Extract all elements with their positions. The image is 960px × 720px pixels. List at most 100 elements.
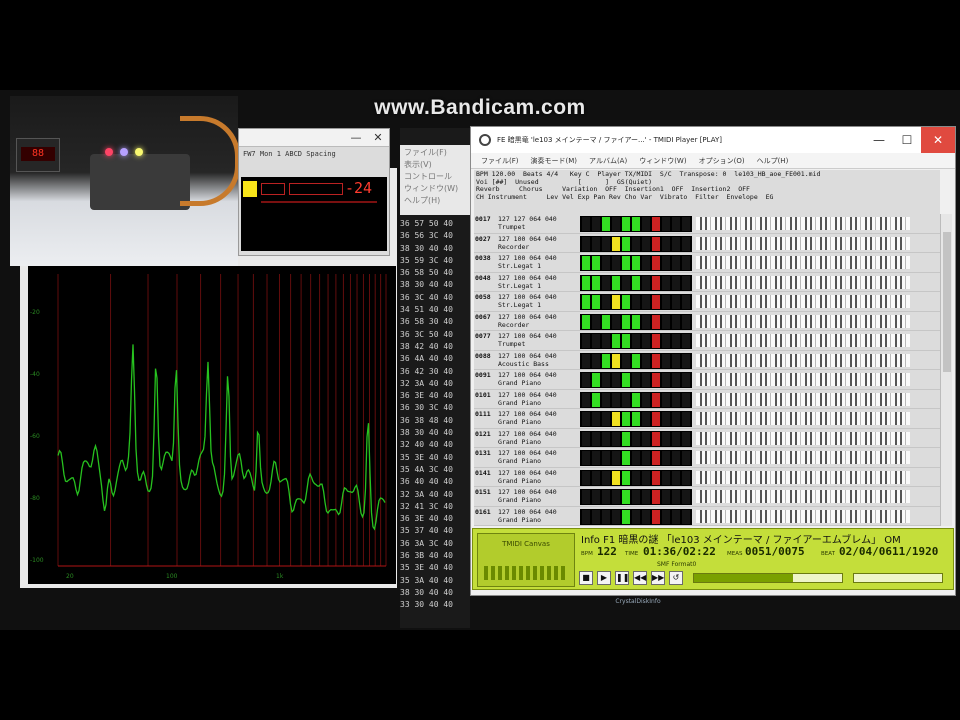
x-tick-label: 20	[66, 573, 74, 580]
track-row[interactable]: 0027 127 100 064 040 Recorder	[474, 234, 940, 253]
smf-format: SMF Format0	[657, 561, 697, 568]
fast-forward-button[interactable]: ▶▶	[651, 571, 665, 585]
meter-cell	[682, 256, 690, 270]
track-row[interactable]: 0048 127 100 064 040 Str.Legat 1	[474, 273, 940, 292]
close-button[interactable]: ✕	[921, 127, 955, 153]
track-row[interactable]: 0111 127 100 064 040 Grand Piano	[474, 409, 940, 429]
track-keyboard	[696, 295, 910, 308]
hex-menu-item[interactable]: コントロール	[404, 171, 466, 183]
track-row[interactable]: 0017 127 127 064 040 Trumpet	[474, 214, 940, 234]
meter-cell	[662, 256, 670, 270]
meter-cell	[622, 275, 630, 290]
meter-cell	[672, 412, 680, 426]
menu-album[interactable]: アルバム(A)	[589, 153, 627, 168]
meter-cell	[672, 392, 680, 407]
meter-cell	[612, 353, 620, 368]
track-level-meter	[580, 216, 692, 232]
minimize-button[interactable]: —	[345, 129, 367, 146]
track-values: 127 100 064 040	[498, 312, 557, 321]
stop-button[interactable]: ■	[579, 571, 593, 585]
track-level-meter	[580, 333, 692, 349]
track-values: 127 100 064 040	[498, 332, 557, 340]
device-led-red	[105, 148, 113, 156]
hex-row: 36 58 50 40	[400, 268, 453, 278]
track-row[interactable]: 0131 127 100 064 040 Grand Piano	[474, 448, 940, 468]
track-keyboard	[696, 353, 910, 367]
track-row[interactable]: 0151 127 100 064 040 Grand Piano	[474, 487, 940, 507]
scrollbar-thumb[interactable]	[943, 232, 951, 372]
meter-cell	[632, 490, 640, 504]
hex-menu-item[interactable]: 表示(V)	[404, 159, 466, 171]
menu-file[interactable]: ファイル(F)	[481, 153, 519, 168]
track-row[interactable]: 0101 127 100 064 040 Grand Piano	[474, 390, 940, 409]
hex-menu-item[interactable]: ヘルプ(H)	[404, 195, 466, 207]
hex-row: 34 51 40 40	[400, 305, 453, 315]
track-row[interactable]: 0038 127 100 064 040 Str.Legat 1	[474, 253, 940, 273]
close-button[interactable]: ✕	[367, 129, 389, 146]
track-row[interactable]: 0088 127 100 064 040 Acoustic Bass	[474, 351, 940, 370]
meter-cell	[652, 373, 660, 387]
meter-cell	[602, 470, 610, 485]
meter-cell	[612, 470, 620, 485]
meter-cell	[682, 490, 690, 504]
play-button[interactable]: ▶	[597, 571, 611, 585]
rewind-button[interactable]: ◀◀	[633, 571, 647, 585]
menu-help[interactable]: ヘルプ(H)	[757, 153, 789, 168]
meter-cell	[592, 275, 600, 290]
track-row[interactable]: 0121 127 100 064 040 Grand Piano	[474, 429, 940, 448]
track-row[interactable]: 0067 127 100 064 040 Recorder	[474, 312, 940, 331]
track-channel: 0048	[475, 273, 491, 282]
pause-button[interactable]: ❚❚	[615, 571, 629, 585]
track-values: 127 100 064 040	[498, 468, 557, 477]
track-scrollbar[interactable]	[940, 214, 952, 526]
meter-cell	[602, 353, 610, 368]
hex-monitor-menu: ファイル(F) 表示(V) コントロール ウィンドウ(W) ヘルプ(H)	[400, 145, 470, 215]
volume-slider[interactable]	[853, 573, 943, 583]
track-keyboard	[696, 334, 910, 347]
track-values: 127 100 064 040	[498, 449, 557, 457]
track-keyboard	[696, 392, 910, 406]
track-values: 127 127 064 040	[498, 215, 557, 223]
hex-row: 36 58 30 40	[400, 317, 453, 327]
menu-play-mode[interactable]: 演奏モード(M)	[531, 153, 578, 168]
meter-cell	[652, 353, 660, 368]
track-row[interactable]: 0091 127 100 064 040 Grand Piano	[474, 370, 940, 390]
track-row[interactable]: 0077 127 100 064 040 Trumpet	[474, 331, 940, 351]
hex-menu-item[interactable]: ウィンドウ(W)	[404, 183, 466, 195]
meter-cell	[602, 373, 610, 387]
track-instrument: Str.Legat 1	[498, 281, 542, 290]
meter-cell	[632, 295, 640, 309]
track-row[interactable]: 0161 127 100 064 040 Grand Piano	[474, 507, 940, 526]
meter-cell	[642, 509, 650, 524]
meter-cell	[662, 431, 670, 446]
maximize-button[interactable]: ☐	[893, 127, 921, 153]
track-values: 127 100 064 040	[498, 390, 557, 399]
track-row[interactable]: 0058 127 100 064 040 Str.Legat 1	[474, 292, 940, 312]
minimize-button[interactable]: —	[865, 127, 893, 153]
meter-cell	[622, 295, 630, 309]
meter-cell	[592, 334, 600, 348]
menu-window[interactable]: ウィンドウ(W)	[639, 153, 686, 168]
track-row[interactable]: 0141 127 100 064 040 Grand Piano	[474, 468, 940, 487]
track-instrument: Grand Piano	[498, 379, 542, 387]
meter-cell	[632, 509, 640, 524]
device-led-violet	[120, 148, 128, 156]
hex-row: 36 3C 40 40	[400, 292, 453, 302]
track-keyboard	[696, 275, 910, 289]
track-level-meter	[580, 411, 692, 427]
meter-cell	[602, 490, 610, 504]
repeat-button[interactable]: ↺	[669, 571, 683, 585]
track-channel: 0027	[475, 234, 491, 243]
time-value: 01:36/02:22	[643, 545, 716, 558]
meter-cell	[642, 353, 650, 368]
menu-options[interactable]: オプション(O)	[699, 153, 745, 168]
seek-bar[interactable]	[693, 573, 843, 583]
meter-cell	[582, 334, 590, 348]
level-window-menu: FW7 Mon 1 ABCD Spacing	[243, 150, 336, 158]
hex-menu-item[interactable]: ファイル(F)	[404, 147, 466, 159]
meter-cell	[662, 451, 670, 465]
hex-row: 38 30 40 40	[400, 280, 453, 290]
meter-cell	[612, 412, 620, 426]
meter-cell	[682, 392, 690, 407]
track-channel: 0038	[475, 254, 491, 262]
